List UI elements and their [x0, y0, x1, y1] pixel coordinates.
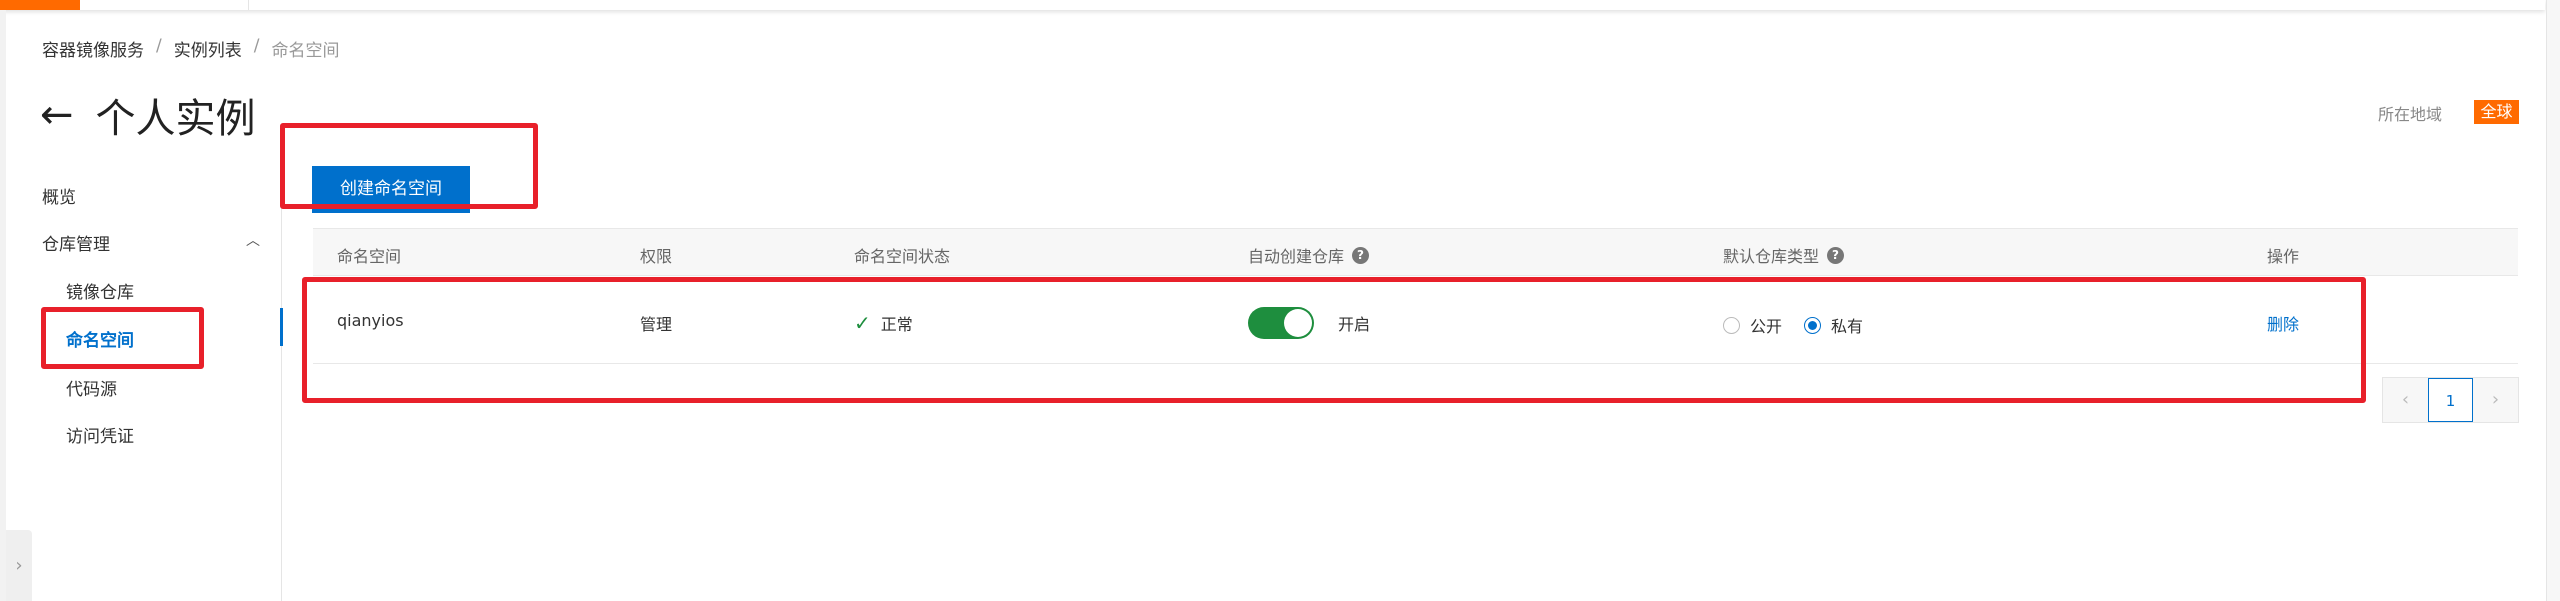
radio-private-label[interactable]: 私有	[1831, 313, 1863, 337]
column-header-repo-type: 默认仓库类型?	[1723, 243, 1845, 267]
prev-page-icon[interactable]: ‹	[2383, 378, 2428, 422]
breadcrumb: 容器镜像服务 / 实例列表 / 命名空间	[42, 36, 340, 61]
back-arrow-icon[interactable]: ←	[40, 92, 74, 138]
title-text: 个人实例	[95, 96, 256, 142]
breadcrumb-item[interactable]: 容器镜像服务	[42, 36, 144, 61]
sidebar-item-access-credentials[interactable]: 访问凭证	[66, 422, 134, 447]
cell-status: ✓ 正常	[854, 311, 913, 335]
top-bar	[0, 0, 2545, 10]
auto-create-toggle[interactable]	[1248, 307, 1314, 339]
sidebar-item-repo-management[interactable]: 仓库管理	[42, 230, 110, 255]
annotation-box	[302, 277, 2366, 403]
divider	[248, 0, 249, 10]
cell-auto-create: 开启	[1248, 307, 1370, 339]
sidebar-item-image-repos[interactable]: 镜像仓库	[66, 278, 134, 303]
breadcrumb-item[interactable]: 实例列表	[174, 36, 242, 61]
chevron-up-icon[interactable]: ︿	[246, 230, 260, 250]
sidebar-item-code-source[interactable]: 代码源	[66, 375, 117, 400]
column-header-auto-create: 自动创建仓库?	[1248, 243, 1370, 267]
pagination: ‹ 1 ›	[2382, 377, 2519, 423]
sidebar-item-overview[interactable]: 概览	[42, 183, 76, 208]
page-title: ← 个人实例	[40, 86, 256, 144]
create-namespace-button[interactable]: 创建命名空间	[312, 166, 470, 213]
column-header-permission: 权限	[640, 247, 673, 266]
help-icon[interactable]: ?	[1352, 246, 1370, 264]
delete-link[interactable]: 删除	[2267, 311, 2299, 335]
cell-permission: 管理	[640, 315, 673, 334]
radio-private[interactable]	[1804, 316, 1822, 334]
page-button[interactable]: 1	[2428, 378, 2473, 422]
next-page-icon[interactable]: ›	[2473, 378, 2518, 422]
check-icon: ✓	[854, 311, 871, 335]
radio-public[interactable]	[1723, 316, 1740, 334]
region-badge: 全球	[2474, 100, 2519, 124]
expand-sidebar-icon[interactable]: ›	[6, 530, 32, 601]
row-divider	[313, 363, 2518, 364]
active-indicator	[280, 308, 283, 346]
breadcrumb-current: 命名空间	[271, 41, 340, 61]
radio-public-label[interactable]: 公开	[1750, 313, 1782, 337]
help-icon[interactable]: ?	[1827, 246, 1845, 264]
brand-logo[interactable]	[0, 0, 80, 10]
region-label: 所在地域	[2378, 105, 2443, 124]
column-header-actions: 操作	[2267, 247, 2300, 266]
cell-repo-type: 公开 私有	[1723, 313, 1863, 337]
column-header-status: 命名空间状态	[854, 247, 951, 266]
left-strip	[0, 10, 6, 601]
scrollbar[interactable]	[2546, 0, 2560, 601]
sidebar-item-namespaces[interactable]: 命名空间	[66, 326, 134, 351]
cell-namespace: qianyios	[337, 311, 404, 330]
column-header-namespace: 命名空间	[337, 247, 402, 266]
sidebar-border	[281, 150, 282, 601]
